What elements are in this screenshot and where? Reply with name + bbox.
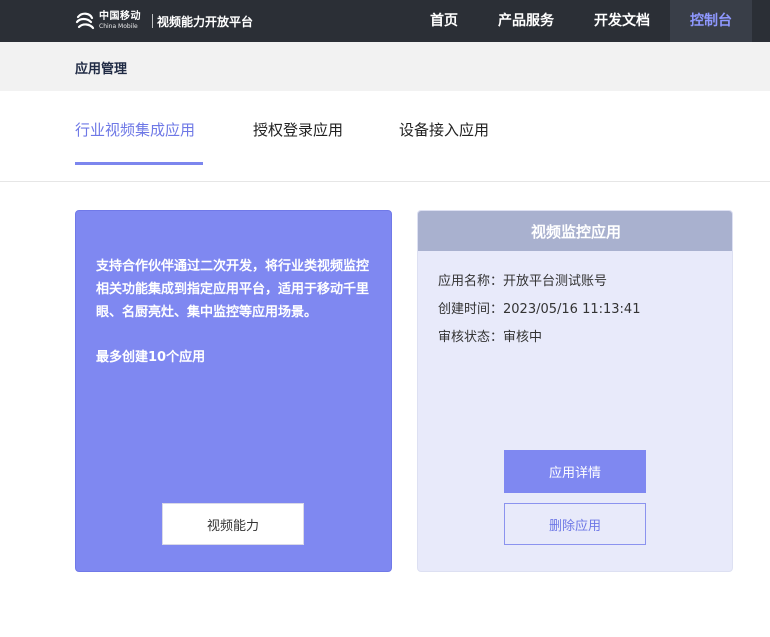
created-time-label: 创建时间： xyxy=(438,302,504,317)
nav-products[interactable]: 产品服务 xyxy=(498,0,554,42)
tab-bar: 行业视频集成应用 授权登录应用 设备接入应用 xyxy=(0,91,770,182)
tab-auth-login[interactable]: 授权登录应用 xyxy=(253,119,343,165)
logo-en-text: China Mobile xyxy=(99,23,138,30)
app-card: 视频监控应用 应用名称：开放平台测试账号 创建时间：2023/05/16 11:… xyxy=(417,210,733,572)
logo-cn-text: 中国移动 xyxy=(99,11,141,22)
app-limit-text: 最多创建10个应用 xyxy=(96,350,206,365)
app-detail-button[interactable]: 应用详情 xyxy=(504,450,646,493)
app-name-value: 开放平台测试账号 xyxy=(503,274,608,289)
review-status-row: 审核状态：审核中 xyxy=(438,326,542,345)
top-navbar: 中国移动 China Mobile 视频能力开放平台 首页 产品服务 开发文档 … xyxy=(0,0,770,42)
breadcrumb-item-app-management[interactable]: 应用管理 xyxy=(75,58,127,77)
platform-title: 视频能力开放平台 xyxy=(157,14,254,29)
tab-device-access[interactable]: 设备接入应用 xyxy=(399,119,489,165)
created-time-row: 创建时间：2023/05/16 11:13:41 xyxy=(438,298,640,317)
nav-console[interactable]: 控制台 xyxy=(670,0,752,42)
china-mobile-logo-icon xyxy=(74,10,96,32)
app-card-title: 视频监控应用 xyxy=(418,211,732,251)
app-name-label: 应用名称： xyxy=(438,274,504,289)
active-tab-indicator xyxy=(75,162,203,165)
created-time-value: 2023/05/16 11:13:41 xyxy=(503,302,641,317)
intro-card: 支持合作伙伴通过二次开发，将行业类视频监控相关功能集成到指定应用平台，适用于移动… xyxy=(75,210,392,572)
tab-industry-video[interactable]: 行业视频集成应用 xyxy=(75,119,203,165)
brand-logo[interactable]: 中国移动 China Mobile 视频能力开放平台 xyxy=(74,10,253,32)
logo-divider xyxy=(152,14,153,28)
video-ability-button[interactable]: 视频能力 xyxy=(162,503,304,545)
nav-home[interactable]: 首页 xyxy=(430,0,458,42)
review-status-value: 审核中 xyxy=(503,330,543,345)
delete-app-button[interactable]: 删除应用 xyxy=(504,503,646,545)
intro-description: 支持合作伙伴通过二次开发，将行业类视频监控相关功能集成到指定应用平台，适用于移动… xyxy=(96,259,370,320)
breadcrumb: 应用管理 xyxy=(0,42,770,91)
review-status-label: 审核状态： xyxy=(438,330,504,345)
app-name-row: 应用名称：开放平台测试账号 xyxy=(438,270,607,289)
nav-docs[interactable]: 开发文档 xyxy=(594,0,650,42)
